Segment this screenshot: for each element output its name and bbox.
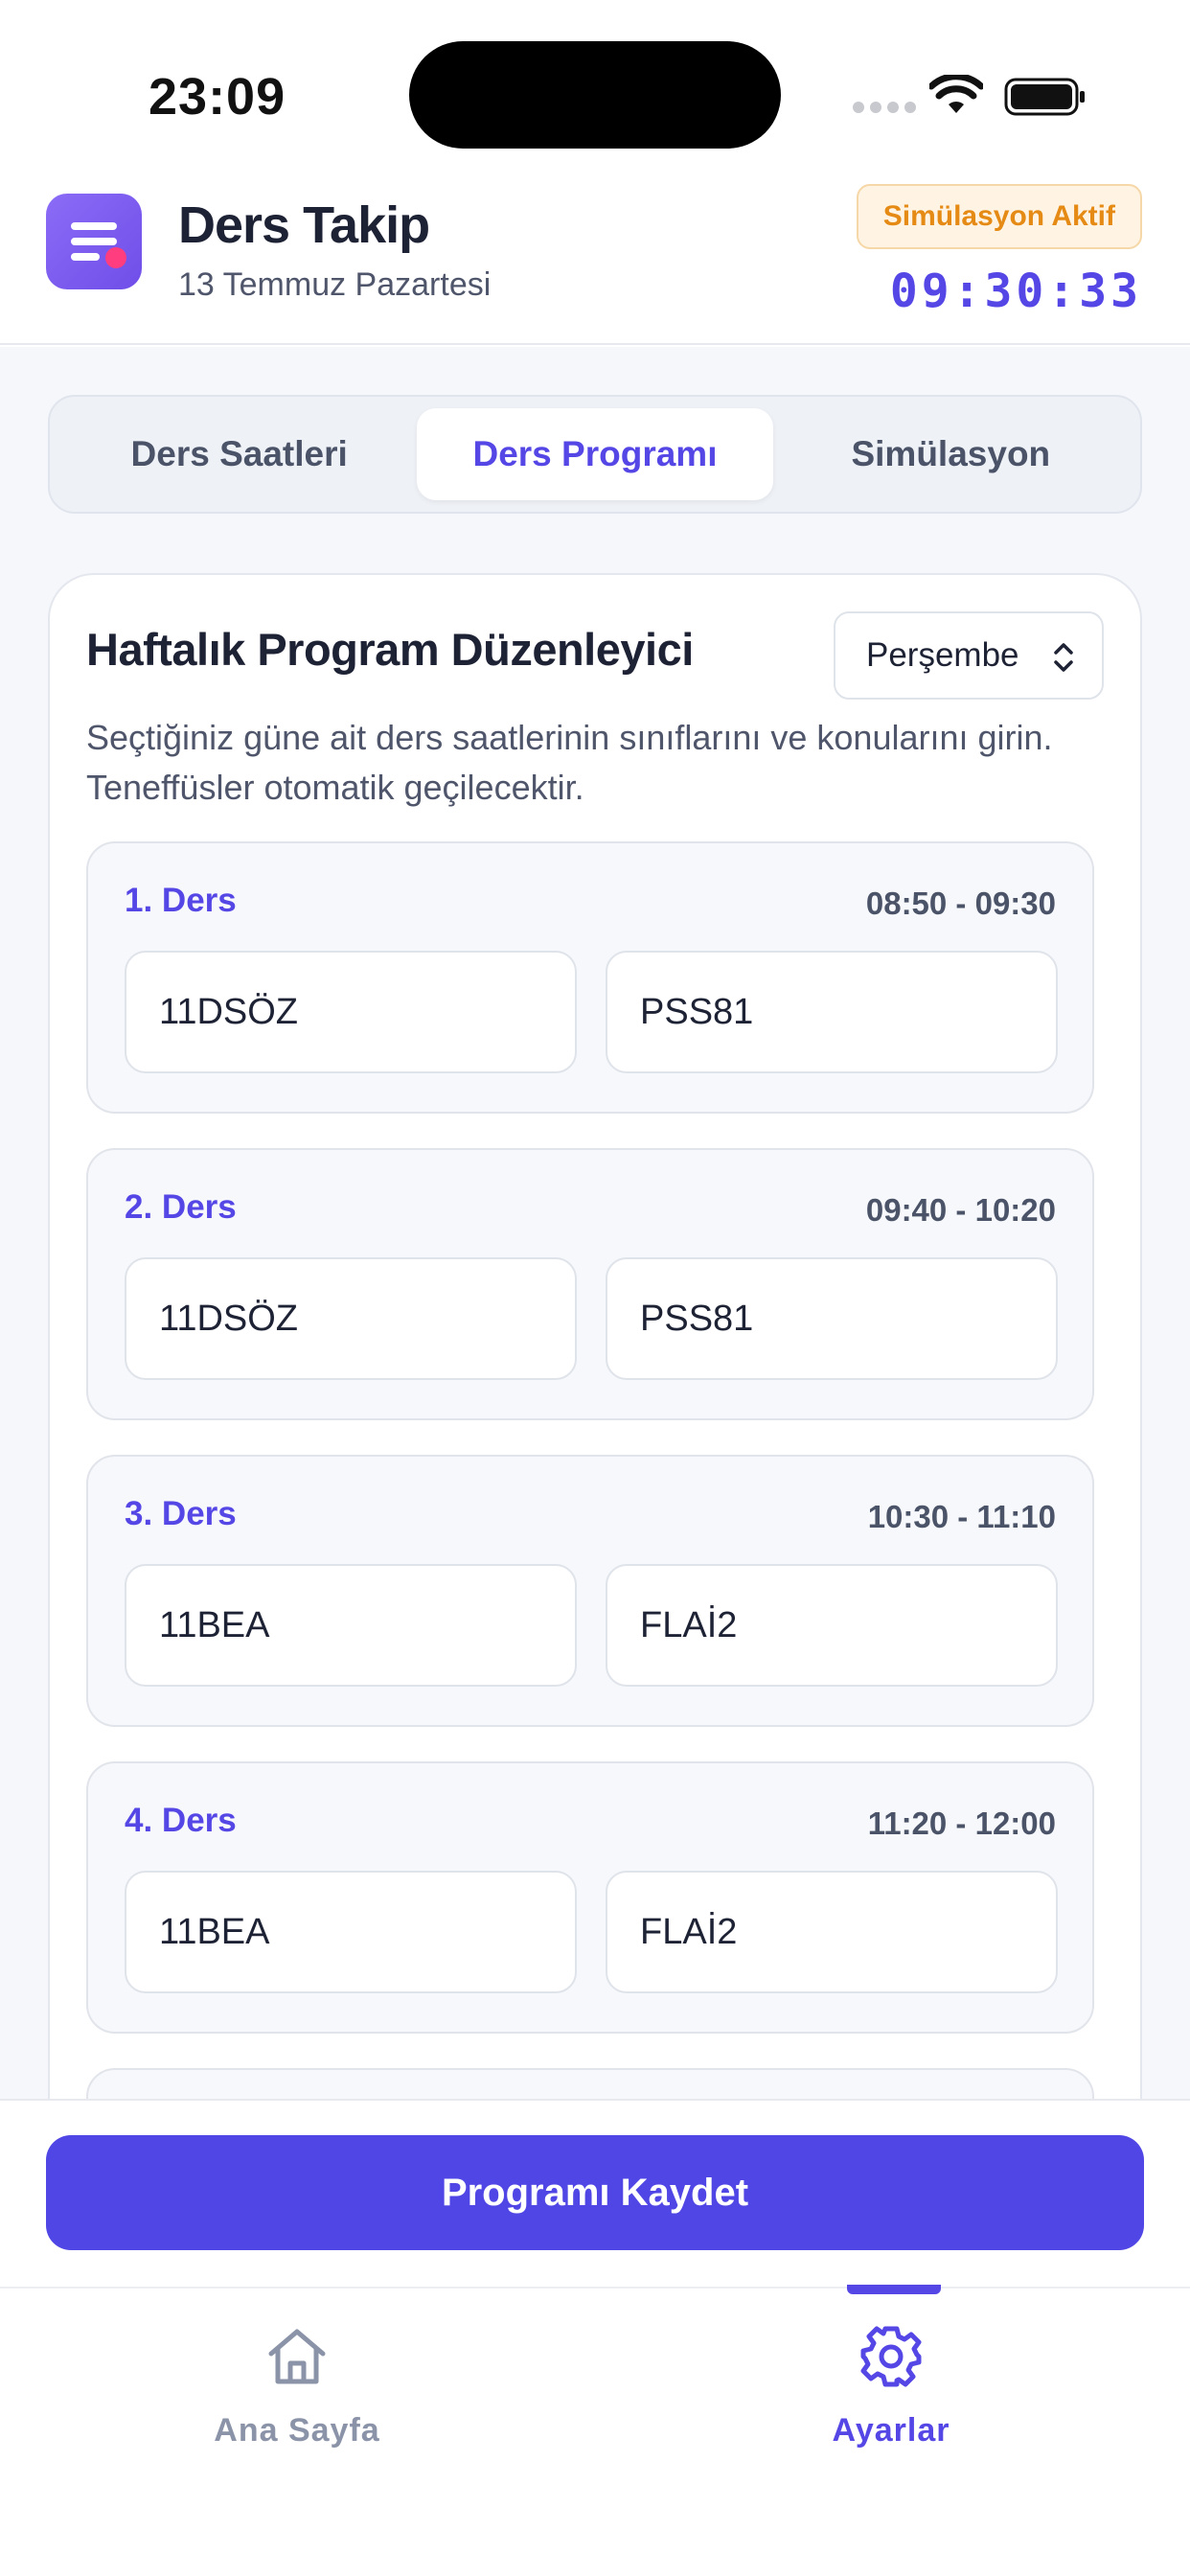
lesson-name: 3. Ders [125,1495,237,1532]
lesson-time: 09:40 - 10:20 [865,1192,1056,1228]
save-program-button[interactable]: Programı Kaydet [46,2135,1144,2250]
day-select-value: Perşembe [866,636,1019,674]
current-date: 13 Temmuz Pazartesi [178,266,492,303]
tab-ders-saatleri[interactable]: Ders Saatleri [61,408,417,500]
status-time: 23:09 [149,68,286,126]
lesson-item: 1. Ders 08:50 - 09:30 11DSÖZ PSS81 [86,841,1094,1114]
bottom-nav: Ana Sayfa Ayarlar [0,2285,1190,2576]
class-input[interactable]: 11BEA [125,1871,577,1993]
lesson-time: 10:30 - 11:10 [867,1499,1056,1534]
lesson-item: 4. Ders 11:20 - 12:00 11BEA FLAİ2 [86,1761,1094,2034]
app-logo [46,194,142,289]
gear-icon [860,2326,922,2387]
subject-input[interactable]: FLAİ2 [606,1564,1058,1687]
class-input[interactable]: 11DSÖZ [125,951,577,1073]
app-header: Ders Takip 13 Temmuz Pazartesi Simülasyo… [0,182,1190,345]
save-bar: Programı Kaydet [0,2099,1190,2287]
lesson-name: 2. Ders [125,1188,237,1226]
lesson-time: 08:50 - 09:30 [865,886,1056,921]
wifi-icon [929,75,983,113]
subject-input[interactable]: PSS81 [606,1257,1058,1380]
lesson-name: 4. Ders [125,1802,237,1839]
card-description: Seçtiğiniz güne ait ders saatlerinin sın… [86,718,1053,807]
chevron-up-down-icon [1054,643,1073,672]
active-tab-indicator [847,2285,941,2294]
card-title: Haftalık Program Düzenleyici [86,624,694,675]
lesson-item-partial [86,2068,1094,2101]
main-content: Ders Saatleri Ders Programı Simülasyon H… [0,347,1190,2101]
nav-settings-label: Ayarlar [832,2412,950,2449]
simulation-clock: 09:30:33 [889,264,1142,318]
dynamic-island [409,41,781,149]
subject-input[interactable]: FLAİ2 [606,1871,1058,1993]
home-icon [268,2329,326,2384]
lesson-name: 1. Ders [125,882,237,919]
subject-input[interactable]: PSS81 [606,951,1058,1073]
nav-settings[interactable]: Ayarlar [747,2323,1035,2450]
battery-icon [1004,78,1085,116]
lesson-item: 3. Ders 10:30 - 11:10 11BEA FLAİ2 [86,1455,1094,1727]
tab-ders-programi[interactable]: Ders Programı [417,408,773,500]
nav-home[interactable]: Ana Sayfa [153,2323,441,2450]
segmented-tabs: Ders Saatleri Ders Programı Simülasyon [48,395,1142,514]
lesson-item: 2. Ders 09:40 - 10:20 11DSÖZ PSS81 [86,1148,1094,1420]
simulation-status-badge: Simülasyon Aktif [856,184,1142,249]
day-select[interactable]: Perşembe [834,611,1104,700]
class-input[interactable]: 11BEA [125,1564,577,1687]
app-title: Ders Takip [178,196,430,254]
tab-simulasyon[interactable]: Simülasyon [773,408,1129,500]
program-editor-card: Haftalık Program Düzenleyici Perşembe Se… [48,573,1142,2101]
cellular-signal-icon [853,102,916,113]
status-bar: 23:09 [0,0,1190,182]
lesson-time: 11:20 - 12:00 [867,1806,1056,1841]
class-input[interactable]: 11DSÖZ [125,1257,577,1380]
nav-home-label: Ana Sayfa [214,2412,380,2449]
